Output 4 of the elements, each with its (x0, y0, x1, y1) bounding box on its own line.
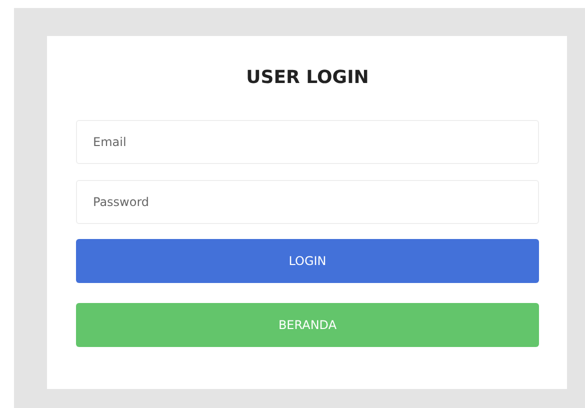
login-title: USER LOGIN (245, 66, 370, 90)
login-button[interactable]: LOGIN (76, 239, 539, 283)
password-field[interactable]: Password (76, 180, 539, 224)
email-field[interactable]: Email (76, 120, 539, 164)
